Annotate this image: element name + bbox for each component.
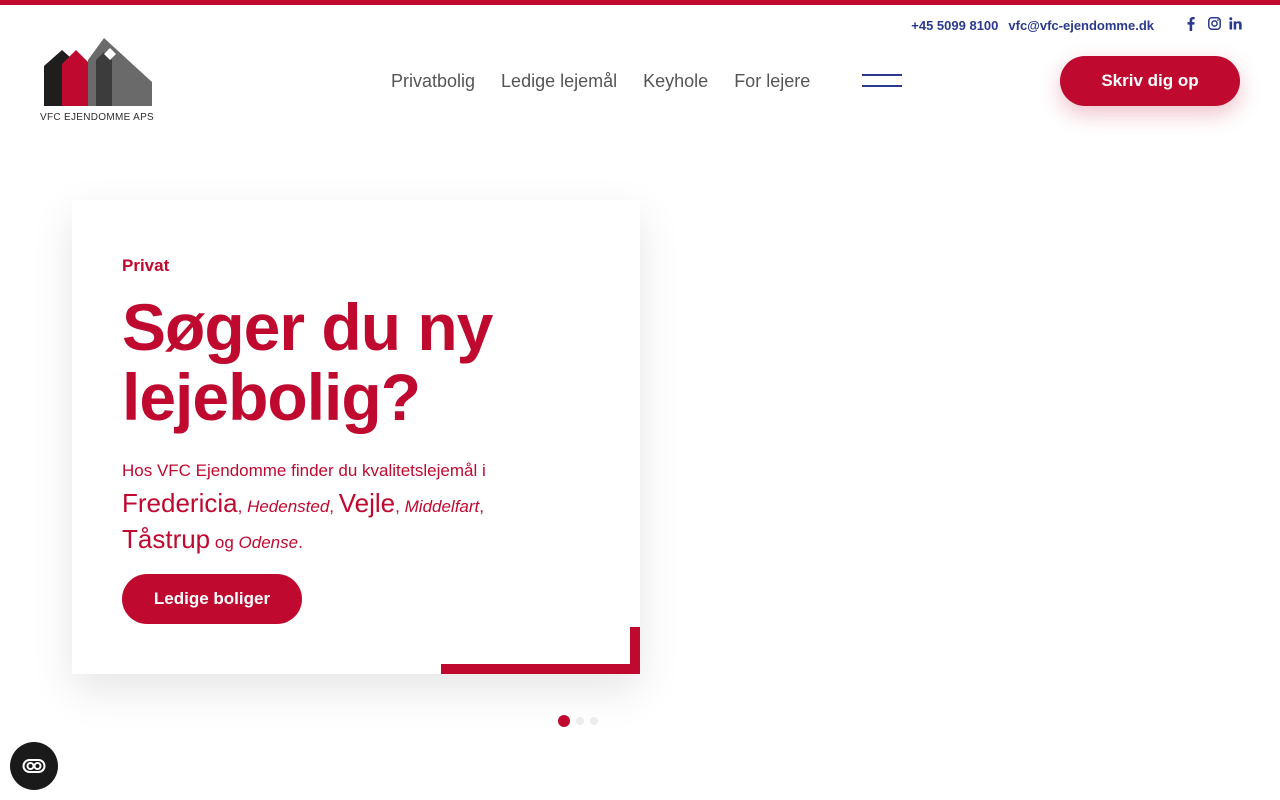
menu-icon-line (862, 85, 902, 87)
facebook-icon[interactable] (1187, 17, 1199, 33)
separator: , (395, 497, 400, 516)
slider-dot-1[interactable] (558, 715, 570, 727)
linkedin-icon[interactable] (1229, 17, 1242, 33)
city-fredericia: Fredericia (122, 488, 238, 518)
hero-text: Hos VFC Ejendomme finder du kvalitetslej… (122, 454, 542, 559)
accessibility-button[interactable] (10, 742, 58, 790)
city-hedensted: Hedensted (247, 497, 330, 516)
nav-item-for-lejere[interactable]: For lejere (734, 70, 810, 92)
hero-card: Privat Søger du ny lejebolig? Hos VFC Ej… (72, 200, 640, 674)
menu-icon-line (862, 74, 902, 76)
slider-dot-2[interactable] (576, 717, 584, 725)
social-links (1187, 17, 1242, 33)
city-odense: Odense (238, 533, 299, 552)
signup-button[interactable]: Skriv dig op (1060, 56, 1240, 106)
period: . (298, 533, 303, 552)
city-vejle: Vejle (338, 488, 396, 518)
slider-dot-3[interactable] (590, 717, 598, 725)
separator: , (479, 497, 484, 516)
available-homes-button[interactable]: Ledige boliger (122, 574, 302, 624)
email-link[interactable]: vfc@vfc-ejendomme.dk (1008, 18, 1154, 34)
accessibility-icon (22, 759, 46, 773)
separator: , (329, 497, 335, 516)
nav-item-privatbolig[interactable]: Privatbolig (391, 70, 475, 92)
logo-text: VFC EJENDOMME APS (40, 112, 155, 123)
card-corner-accent (441, 627, 640, 674)
nav-item-ledige-lejemaal[interactable]: Ledige lejemål (501, 70, 617, 92)
hero-eyebrow: Privat (122, 256, 170, 275)
nav-item-keyhole[interactable]: Keyhole (643, 70, 708, 92)
joiner: og (214, 533, 234, 552)
hero-intro: Hos VFC Ejendomme finder du kvalitetslej… (122, 461, 486, 480)
instagram-icon[interactable] (1208, 17, 1221, 33)
phone-link[interactable]: +45 5099 8100 (911, 18, 998, 34)
top-accent-bar (0, 0, 1280, 5)
main-nav: Privatbolig Ledige lejemål Keyhole For l… (391, 70, 810, 92)
hero-headline: Søger du ny lejebolig? (122, 290, 493, 434)
city-taastrup: Tåstrup (122, 524, 211, 554)
contact-info: +45 5099 8100 vfc@vfc-ejendomme.dk (911, 18, 1154, 34)
separator: , (237, 497, 243, 516)
slider-dots (558, 715, 598, 727)
menu-icon[interactable] (862, 74, 902, 88)
vfc-logo[interactable]: VFC EJENDOMME APS (40, 36, 155, 126)
city-middelfart: Middelfart (404, 497, 480, 516)
